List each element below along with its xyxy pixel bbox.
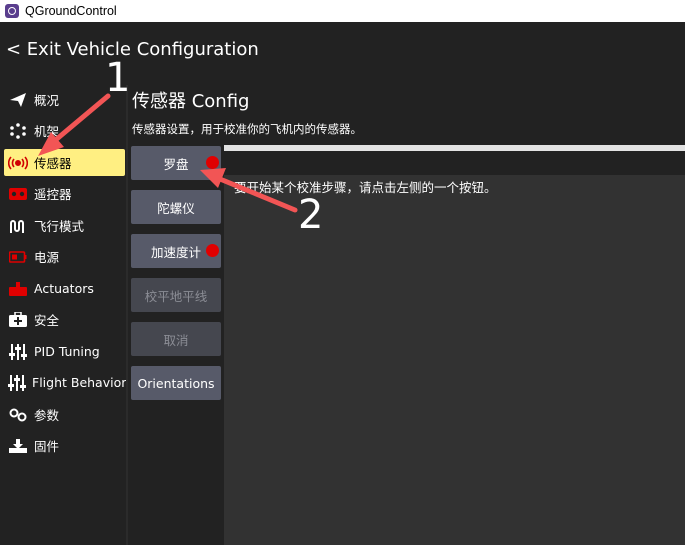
accelerometer-calibrate-button[interactable]: 加速度计 xyxy=(131,234,221,268)
calibration-status-strip xyxy=(224,151,685,175)
sidebar-item-flight-behavior[interactable]: Flight Behavior xyxy=(4,369,127,396)
sidebar-divider xyxy=(126,85,128,545)
sidebar-item-label: 机架 xyxy=(34,124,60,139)
button-label: Orientations xyxy=(137,375,215,391)
sidebar-item-label: 概况 xyxy=(34,93,60,108)
sidebar-item-label: 飞行模式 xyxy=(34,219,85,234)
battery-icon xyxy=(8,248,28,266)
window-titlebar: QGroundControl xyxy=(0,0,685,22)
sliders-icon xyxy=(8,343,28,361)
button-label: 校平地平线 xyxy=(144,288,208,304)
sidebar-item-power[interactable]: 电源 xyxy=(4,243,125,270)
exit-vehicle-configuration-button[interactable]: < Exit Vehicle Configuration xyxy=(6,39,259,60)
calibration-required-indicator xyxy=(206,244,219,257)
sidebar-item-label: 参数 xyxy=(34,408,60,423)
parameters-icon xyxy=(8,406,28,424)
sidebar-item-label: Actuators xyxy=(34,281,94,296)
page-title: 传感器 Config xyxy=(132,91,250,112)
button-label: 罗盘 xyxy=(163,156,189,172)
calibration-required-indicator xyxy=(206,156,219,169)
sidebar-item-label: 固件 xyxy=(34,439,60,454)
sidebar-item-label: Flight Behavior xyxy=(32,375,127,390)
sidebar-item-actuators[interactable]: Actuators xyxy=(4,275,125,302)
orientations-button[interactable]: Orientations xyxy=(131,366,221,400)
safety-icon xyxy=(8,311,28,329)
airframe-icon xyxy=(8,122,28,140)
sidebar-item-label: 遥控器 xyxy=(34,187,72,202)
sidebar-item-safety[interactable]: 安全 xyxy=(4,306,125,333)
sliders-icon xyxy=(8,374,26,392)
radio-controller-icon xyxy=(8,185,28,203)
firmware-icon xyxy=(8,437,28,455)
button-label: 陀螺仪 xyxy=(157,200,195,216)
calibration-panel: 要开始某个校准步骤，请点击左侧的一个按钮。 xyxy=(224,145,685,545)
sidebar-item-flight-modes[interactable]: 飞行模式 xyxy=(4,212,125,239)
sidebar-item-parameters[interactable]: 参数 xyxy=(4,401,125,428)
cancel-button[interactable]: 取消 xyxy=(131,322,221,356)
page-description: 传感器设置，用于校准你的飞机内的传感器。 xyxy=(132,122,362,136)
calibration-instruction: 要开始某个校准步骤，请点击左侧的一个按钮。 xyxy=(234,180,497,195)
sidebar: 概况 机架 传感器 遥控器 飞行模式 电源 Actuators 安全 PID T… xyxy=(0,85,126,545)
level-horizon-button[interactable]: 校平地平线 xyxy=(131,278,221,312)
sidebar-item-label: 电源 xyxy=(34,250,60,265)
window-title: QGroundControl xyxy=(25,4,117,18)
button-label: 加速度计 xyxy=(150,244,201,260)
annotation-step-2: 2 xyxy=(298,192,324,238)
sensors-icon xyxy=(8,154,28,172)
sidebar-item-radio[interactable]: 遥控器 xyxy=(4,180,125,207)
sidebar-item-firmware[interactable]: 固件 xyxy=(4,432,125,459)
paper-plane-icon xyxy=(8,91,28,109)
gyroscope-calibrate-button[interactable]: 陀螺仪 xyxy=(131,190,221,224)
button-label: 取消 xyxy=(163,332,189,348)
annotation-step-1: 1 xyxy=(105,55,131,101)
qgc-app-icon xyxy=(5,4,19,18)
sidebar-item-label: 安全 xyxy=(34,313,60,328)
sidebar-item-label: 传感器 xyxy=(34,156,72,171)
top-bar: < Exit Vehicle Configuration xyxy=(0,22,685,78)
compass-calibrate-button[interactable]: 罗盘 xyxy=(131,146,221,180)
sidebar-item-pid-tuning[interactable]: PID Tuning xyxy=(4,338,125,365)
flight-modes-icon xyxy=(8,217,28,235)
actuators-icon xyxy=(8,280,28,298)
sidebar-item-airframe[interactable]: 机架 xyxy=(4,117,125,144)
sidebar-item-label: PID Tuning xyxy=(34,344,100,359)
sidebar-item-sensors[interactable]: 传感器 xyxy=(4,149,125,176)
